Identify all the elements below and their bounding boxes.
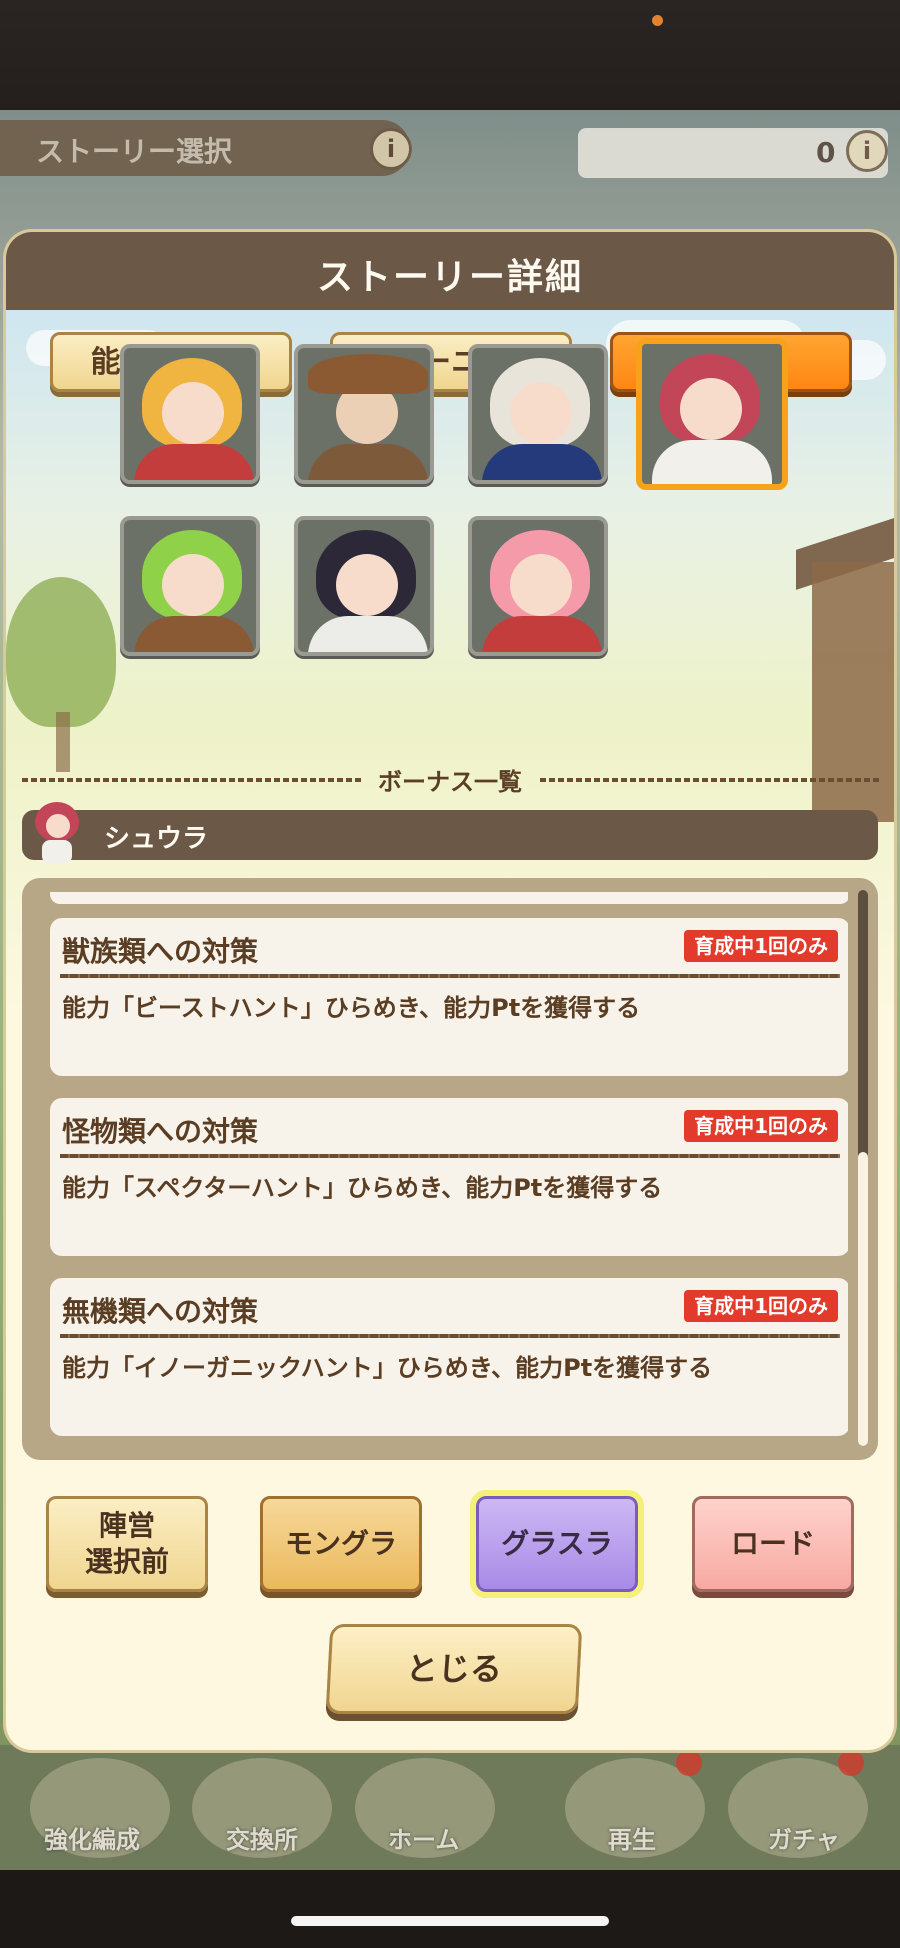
- list-item-partial: [50, 892, 848, 904]
- background-header-title: ストーリー選択: [36, 135, 233, 168]
- portrait-body: [308, 444, 428, 480]
- heading-divider-right: [540, 778, 880, 782]
- info-icon: i: [846, 130, 888, 172]
- background-ticket-count: 0: [816, 136, 836, 169]
- nav-label: ガチャ: [768, 1826, 840, 1854]
- portrait-body: [134, 616, 254, 652]
- tree-decoration: [6, 577, 116, 727]
- bonus-limit-badge: 育成中1回のみ: [684, 930, 838, 962]
- status-bar: [0, 0, 900, 110]
- scenario-button-label: ロード: [730, 1527, 815, 1560]
- bonus-list-item: 獣族類への対策 育成中1回のみ 能力「ビーストハント」ひらめき、能力Ptを獲得す…: [50, 918, 848, 1076]
- home-indicator[interactable]: [291, 1916, 609, 1926]
- portrait-face: [510, 554, 572, 616]
- portrait-face: [162, 554, 224, 616]
- portrait-body: [308, 616, 428, 652]
- bonus-title: 獣族類への対策: [62, 935, 259, 968]
- scrollbar-thumb[interactable]: [858, 1152, 868, 1446]
- story-detail-dialog: ストーリー詳細 能力/ようす トレーニング EXトレ: [6, 232, 894, 1750]
- portrait-body: [482, 444, 602, 480]
- selected-character-name: シュウラ: [104, 824, 209, 854]
- character-portrait-silver-hair[interactable]: [468, 344, 608, 484]
- nav-label: 強化編成: [44, 1826, 140, 1854]
- bonus-divider: [60, 1334, 840, 1338]
- scenario-button-mongura[interactable]: モングラ: [260, 1496, 422, 1592]
- portrait-body: [652, 440, 772, 484]
- bonus-list-item: 無機類への対策 育成中1回のみ 能力「イノーガニックハント」ひらめき、能力Ptを…: [50, 1278, 848, 1436]
- portrait-face: [680, 378, 742, 440]
- scenario-button-line2: 選択前: [84, 1545, 169, 1578]
- bonus-description: 能力「イノーガニックハント」ひらめき、能力Ptを獲得する: [62, 1354, 713, 1382]
- portrait-hat: [308, 354, 428, 394]
- close-button[interactable]: とじる: [325, 1624, 583, 1714]
- character-portrait-pink-hair[interactable]: [468, 516, 608, 656]
- notification-badge: [838, 1750, 864, 1776]
- character-portrait-green-hair[interactable]: [120, 516, 260, 656]
- bonus-description: 能力「スペクターハント」ひらめき、能力Ptを獲得する: [62, 1174, 663, 1202]
- character-portrait-dark-hair[interactable]: [294, 516, 434, 656]
- dialog-header: ストーリー詳細: [6, 232, 894, 310]
- nav-label: ホーム: [388, 1826, 460, 1854]
- background-ticket-box: [578, 128, 888, 178]
- portrait-body: [134, 444, 254, 480]
- bonus-list-item: 怪物類への対策 育成中1回のみ 能力「スペクターハント」ひらめき、能力Ptを獲得…: [50, 1098, 848, 1256]
- home-bar-area: [0, 1870, 900, 1948]
- notification-badge: [676, 1750, 702, 1776]
- nav-label: 再生: [608, 1826, 656, 1854]
- bonus-divider: [60, 1154, 840, 1158]
- bonus-divider: [60, 974, 840, 978]
- portrait-face: [510, 382, 572, 444]
- character-avatar-icon: [35, 802, 79, 864]
- scenario-button-label: グラスラ: [501, 1527, 613, 1560]
- info-icon: i: [370, 128, 412, 170]
- bonus-limit-badge: 育成中1回のみ: [684, 1290, 838, 1322]
- bonus-description: 能力「ビーストハント」ひらめき、能力Ptを獲得する: [62, 994, 641, 1022]
- scenario-button-before-faction[interactable]: 陣営 選択前: [46, 1496, 208, 1592]
- bonus-title: 無機類への対策: [62, 1295, 259, 1328]
- character-portrait-cowboy-elder[interactable]: [294, 344, 434, 484]
- nav-label: 交換所: [226, 1826, 298, 1854]
- bonus-title: 怪物類への対策: [62, 1115, 259, 1148]
- portrait-body: [482, 616, 602, 652]
- bonus-list[interactable]: 獣族類への対策 育成中1回のみ 能力「ビーストハント」ひらめき、能力Ptを獲得す…: [22, 878, 878, 1460]
- scenario-button-label: モングラ: [284, 1527, 397, 1560]
- scenario-button-gurasura[interactable]: グラスラ: [470, 1490, 644, 1598]
- bonus-list-viewport: 獣族類への対策 育成中1回のみ 能力「ビーストハント」ひらめき、能力Ptを獲得す…: [36, 892, 848, 1446]
- character-portrait-blonde-girl[interactable]: [120, 344, 260, 484]
- bonus-limit-badge: 育成中1回のみ: [684, 1110, 838, 1142]
- status-indicator-dot: [652, 15, 663, 26]
- scenario-button-road[interactable]: ロード: [692, 1496, 854, 1592]
- dialog-title: ストーリー詳細: [316, 257, 583, 298]
- character-portrait-shuura-selected[interactable]: [636, 338, 788, 490]
- scenario-button-line1: 陣営: [98, 1509, 155, 1542]
- portrait-face: [336, 554, 398, 616]
- portrait-face: [162, 382, 224, 444]
